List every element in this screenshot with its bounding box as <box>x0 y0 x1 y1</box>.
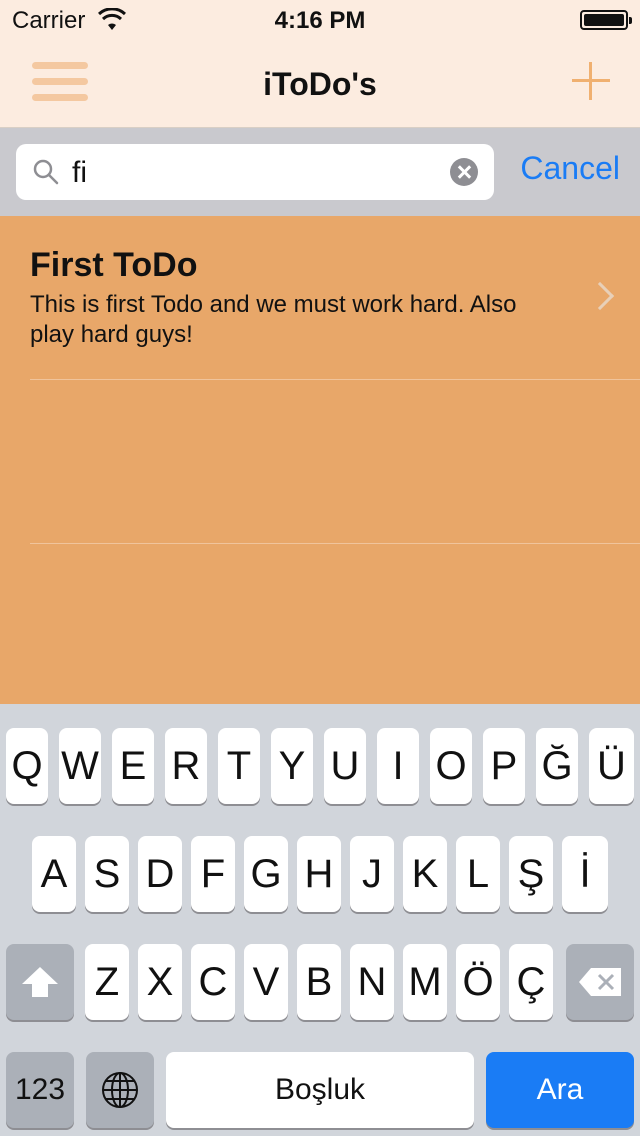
todo-title: First ToDo <box>30 246 198 284</box>
key-k[interactable]: K <box>403 836 447 912</box>
key-e[interactable]: E <box>112 728 154 804</box>
key-j[interactable]: J <box>350 836 394 912</box>
key-t[interactable]: T <box>218 728 260 804</box>
key-l[interactable]: L <box>456 836 500 912</box>
todo-list: First ToDo This is first Todo and we mus… <box>0 216 640 704</box>
backspace-icon <box>579 968 621 996</box>
key-s-cedilla[interactable]: Ş <box>509 836 553 912</box>
key-q[interactable]: Q <box>6 728 48 804</box>
page-title: iToDo's <box>263 66 377 102</box>
key-y[interactable]: Y <box>271 728 313 804</box>
navigation-bar: Carrier 4:16 PM iToDo's <box>0 0 640 128</box>
delete-key[interactable] <box>566 944 634 1020</box>
key-o[interactable]: O <box>430 728 472 804</box>
row-divider <box>30 543 640 544</box>
numbers-key[interactable]: 123 <box>6 1052 74 1128</box>
key-s[interactable]: S <box>85 836 129 912</box>
key-n[interactable]: N <box>350 944 394 1020</box>
key-a[interactable]: A <box>32 836 76 912</box>
status-bar: Carrier 4:16 PM <box>0 0 640 40</box>
key-i[interactable]: I <box>377 728 419 804</box>
key-r[interactable]: R <box>165 728 207 804</box>
status-time: 4:16 PM <box>274 7 366 34</box>
key-o-umlaut[interactable]: Ö <box>456 944 500 1020</box>
shift-icon <box>22 967 58 997</box>
key-v[interactable]: V <box>244 944 288 1020</box>
key-w[interactable]: W <box>59 728 101 804</box>
keyboard: Q W E R T Y U I O P Ğ Ü A S D F G H J K … <box>0 704 640 1136</box>
key-d[interactable]: D <box>138 836 182 912</box>
row-divider <box>30 379 640 380</box>
key-c-cedilla[interactable]: Ç <box>509 944 553 1020</box>
chevron-right-icon <box>585 281 615 311</box>
key-m[interactable]: M <box>403 944 447 1020</box>
globe-icon <box>102 1072 138 1108</box>
key-b[interactable]: B <box>297 944 341 1020</box>
key-u[interactable]: U <box>324 728 366 804</box>
todo-description: This is first Todo and we must work hard… <box>30 291 517 348</box>
space-key[interactable]: Boşluk <box>166 1052 474 1128</box>
shift-key[interactable] <box>6 944 74 1020</box>
key-c[interactable]: C <box>191 944 235 1020</box>
globe-key[interactable] <box>86 1052 154 1128</box>
search-return-key[interactable]: Ara <box>486 1052 634 1128</box>
key-g[interactable]: G <box>244 836 288 912</box>
key-x[interactable]: X <box>138 944 182 1020</box>
key-p[interactable]: P <box>483 728 525 804</box>
search-input-value: fi <box>72 156 87 189</box>
list-item[interactable]: First ToDo This is first Todo and we mus… <box>0 216 640 380</box>
key-h[interactable]: H <box>297 836 341 912</box>
key-z[interactable]: Z <box>85 944 129 1020</box>
search-bar: fi Cancel <box>0 128 640 216</box>
search-input[interactable]: fi <box>16 144 494 200</box>
clear-search-button[interactable] <box>450 158 478 186</box>
cancel-button[interactable]: Cancel <box>520 150 620 187</box>
search-icon <box>33 159 59 185</box>
key-f[interactable]: F <box>191 836 235 912</box>
key-g-breve[interactable]: Ğ <box>536 728 578 804</box>
battery-icon <box>580 10 632 30</box>
key-u-umlaut[interactable]: Ü <box>589 728 634 804</box>
add-todo-button[interactable] <box>572 62 610 100</box>
key-i-dotted[interactable]: İ <box>562 836 608 912</box>
